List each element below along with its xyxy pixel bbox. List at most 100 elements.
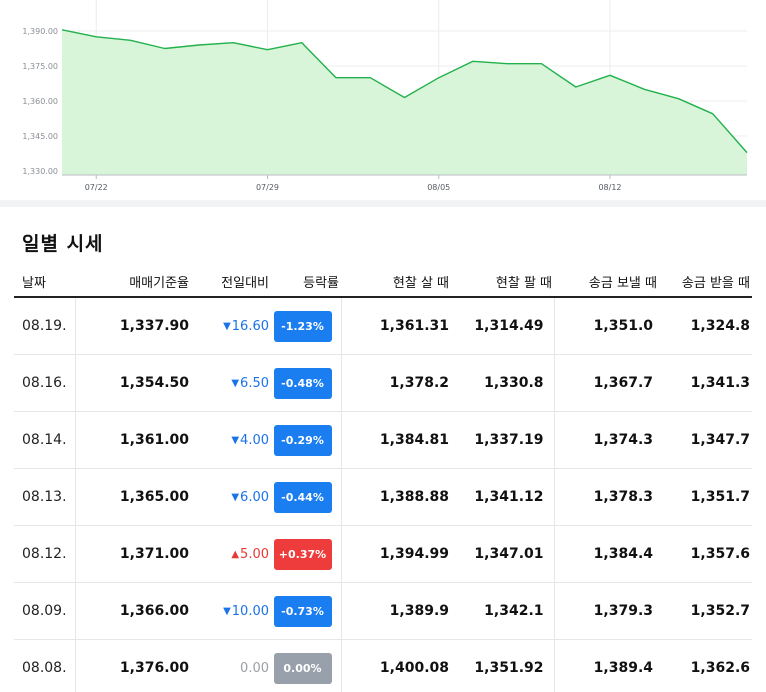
cell-cash-sell: 1,351.92 (451, 639, 555, 692)
cell-cash-buy: 1,394.99 (341, 525, 451, 583)
cell-date: 08.16. (14, 354, 76, 412)
cell-base-rate: 1,365.00 (75, 468, 191, 526)
cell-cash-sell: 1,337.19 (451, 411, 555, 469)
cell-date: 08.19. (14, 297, 76, 355)
cell-receive: 1,352.7 (659, 582, 752, 640)
cell-cash-sell: 1,347.01 (451, 525, 555, 583)
header-cash-sell: 현찰 팔 때 (451, 267, 554, 298)
cell-receive: 1,324.8 (659, 297, 752, 355)
cell-cash-buy: 1,378.2 (341, 354, 451, 412)
cell-receive: 1,347.7 (659, 411, 752, 469)
cell-date: 08.09. (14, 582, 76, 640)
cell-cash-buy: 1,361.31 (341, 297, 451, 355)
cell-send: 1,379.3 (554, 582, 659, 640)
change-value: ▼16.60 (223, 319, 269, 334)
change-amount: 6.50 (240, 376, 269, 391)
cell-date: 08.13. (14, 468, 76, 526)
cell-send: 1,378.3 (554, 468, 659, 526)
cell-cash-sell: 1,330.8 (451, 354, 555, 412)
cell-date: 08.14. (14, 411, 76, 469)
x-tick-label: 07/22 (85, 183, 108, 192)
exchange-rate-chart: 1,390.00 1,375.00 1,360.00 1,345.00 1,330.00… (0, 0, 766, 200)
table-row: 08.14. 1,361.00 ▼4.00 -0.29% 1,384.81 1,337.1… (14, 411, 752, 469)
y-tick-label: 1,345.00 (22, 132, 58, 141)
cell-base-rate: 1,337.90 (75, 297, 191, 355)
cell-cash-buy: 1,389.9 (341, 582, 451, 640)
change-amount: 16.60 (231, 319, 269, 334)
change-amount: 5.00 (240, 547, 269, 562)
y-tick-label: 1,390.00 (22, 27, 58, 36)
x-tick-label: 08/12 (598, 183, 621, 192)
cell-change: ▼6.00 (191, 468, 271, 526)
header-cash-buy: 현찰 살 때 (341, 267, 451, 298)
rate-badge: -0.48% (273, 367, 332, 399)
cell-base-rate: 1,371.00 (75, 525, 191, 583)
triangle-down-icon: ▼ (231, 378, 240, 389)
triangle-up-icon: ▲ (231, 549, 240, 560)
table-row: 08.13. 1,365.00 ▼6.00 -0.44% 1,388.88 1,341.1… (14, 468, 752, 526)
change-value: ▼10.00 (223, 604, 269, 619)
cell-rate: -0.48% (271, 354, 342, 412)
cell-date: 08.12. (14, 525, 76, 583)
cell-cash-buy: 1,388.88 (341, 468, 451, 526)
cell-send: 1,389.4 (554, 639, 659, 692)
rate-badge: -1.23% (273, 310, 332, 342)
header-rate: 등락률 (271, 267, 341, 298)
change-amount: 0.00 (240, 661, 269, 676)
cell-send: 1,374.3 (554, 411, 659, 469)
cell-send: 1,351.0 (554, 297, 659, 355)
y-tick-label: 1,360.00 (22, 97, 58, 106)
section-title: 일별 시세 (22, 233, 104, 255)
cell-base-rate: 1,376.00 (75, 639, 191, 692)
header-date: 날짜 (14, 267, 75, 298)
cell-date: 08.08. (14, 639, 76, 692)
cell-base-rate: 1,366.00 (75, 582, 191, 640)
cell-change: ▼4.00 (191, 411, 271, 469)
cell-cash-sell: 1,341.12 (451, 468, 555, 526)
cell-base-rate: 1,354.50 (75, 354, 191, 412)
rate-badge: -0.29% (273, 424, 332, 456)
cell-change: ▼10.00 (191, 582, 271, 640)
cell-receive: 1,351.7 (659, 468, 752, 526)
x-tick-label: 08/05 (427, 183, 450, 192)
cell-receive: 1,357.6 (659, 525, 752, 583)
triangle-down-icon: ▼ (223, 606, 231, 617)
cell-change: ▼6.50 (191, 354, 271, 412)
change-value: 0.00 (240, 661, 269, 676)
daily-rates-section: 일별 시세 날짜 매매기준율 전일대비 등락률 현찰 살 때 현찰 팔 때 송금… (0, 207, 766, 692)
cell-rate: 0.00% (271, 639, 342, 692)
cell-receive: 1,341.3 (659, 354, 752, 412)
change-value: ▲5.00 (231, 547, 269, 562)
table-row: 08.09. 1,366.00 ▼10.00 -0.73% 1,389.9 1,342.1… (14, 582, 752, 640)
cell-change: ▼16.60 (191, 297, 271, 355)
triangle-down-icon: ▼ (231, 435, 240, 446)
header-send: 송금 보낼 때 (554, 267, 659, 298)
rate-badge: 0.00% (273, 652, 332, 684)
cell-rate: -0.29% (271, 411, 342, 469)
table-row: 08.19. 1,337.90 ▼16.60 -1.23% 1,361.31 1,314.… (14, 297, 752, 355)
triangle-down-icon: ▼ (223, 321, 231, 332)
header-receive: 송금 받을 때 (659, 267, 752, 298)
y-tick-label: 1,375.00 (22, 62, 58, 71)
cell-change: ▲5.00 (191, 525, 271, 583)
header-base-rate: 매매기준율 (75, 267, 191, 298)
triangle-down-icon: ▼ (231, 492, 240, 503)
table-header-row: 날짜 매매기준율 전일대비 등락률 현찰 살 때 현찰 팔 때 송금 보낼 때 … (14, 267, 752, 298)
table-row: 08.08. 1,376.00 0.00 0.00% 1,400.08 1,351.92 1… (14, 639, 752, 692)
y-tick-label: 1,330.00 (22, 167, 58, 176)
chart-canvas: 1,390.00 1,375.00 1,360.00 1,345.00 1,330.00… (22, 0, 748, 192)
cell-cash-sell: 1,314.49 (451, 297, 555, 355)
cell-receive: 1,362.6 (659, 639, 752, 692)
rate-badge: -0.44% (273, 481, 332, 513)
cell-rate: +0.37% (271, 525, 342, 583)
table-row: 08.16. 1,354.50 ▼6.50 -0.48% 1,378.2 1,330.8 1… (14, 354, 752, 412)
cell-rate: -0.73% (271, 582, 342, 640)
area-fill (62, 29, 747, 175)
change-value: ▼6.50 (231, 376, 269, 391)
table-row: 08.12. 1,371.00 ▲5.00 +0.37% 1,394.99 1,347.0… (14, 525, 752, 583)
rate-badge: -0.73% (273, 595, 332, 627)
cell-base-rate: 1,361.00 (75, 411, 191, 469)
header-change: 전일대비 (191, 267, 271, 298)
cell-change: 0.00 (191, 639, 271, 692)
change-value: ▼6.00 (231, 490, 269, 505)
